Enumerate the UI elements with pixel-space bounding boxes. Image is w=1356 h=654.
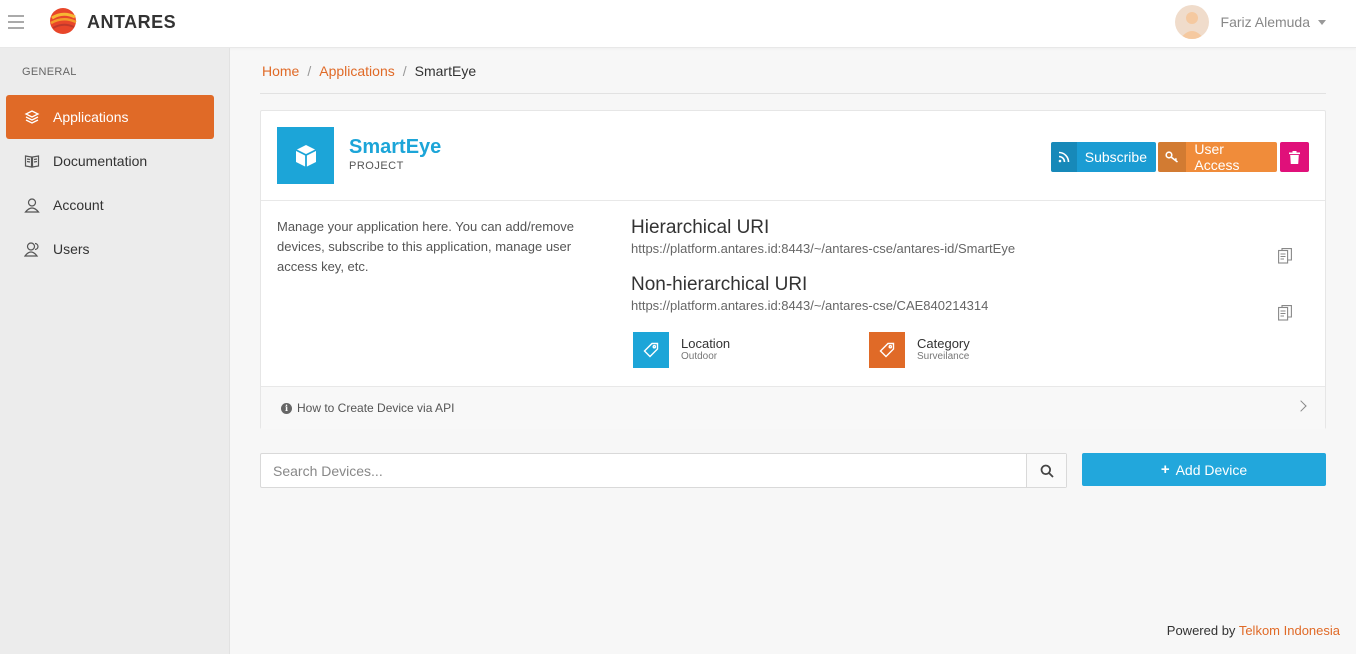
category-label: Category — [917, 336, 970, 351]
breadcrumb-separator: / — [402, 63, 407, 79]
user-menu[interactable]: Fariz Alemuda — [1174, 4, 1326, 40]
breadcrumb-applications[interactable]: Applications — [319, 63, 395, 79]
breadcrumb: Home / Applications / SmartEye — [262, 63, 476, 79]
footer-prefix: Powered by — [1166, 623, 1236, 638]
breadcrumb-separator: / — [307, 63, 312, 79]
project-type: PROJECT — [349, 160, 404, 172]
key-icon — [1158, 142, 1187, 172]
project-description: Manage your application here. You can ad… — [277, 219, 575, 274]
sidebar-item-label: Applications — [53, 109, 129, 125]
hierarchical-uri-value: https://platform.antares.id:8443/~/antar… — [631, 241, 1016, 256]
footer: Powered by Telkom Indonesia — [1167, 623, 1340, 638]
delete-button[interactable] — [1280, 142, 1309, 172]
avatar — [1174, 5, 1209, 39]
chevron-down-icon — [1318, 19, 1326, 25]
book-icon — [24, 153, 40, 169]
search-input[interactable] — [261, 454, 1027, 487]
location-meta: Location Outdoor — [633, 332, 730, 368]
user-access-button[interactable]: User Access — [1158, 142, 1277, 172]
help-api-link[interactable]: i How to Create Device via API — [261, 386, 1325, 429]
subscribe-label: Subscribe — [1084, 149, 1147, 165]
layers-icon — [24, 109, 40, 125]
project-name: SmartEye — [349, 136, 442, 158]
location-value: Outdoor — [681, 351, 718, 362]
hierarchical-uri-title: Hierarchical URI — [631, 217, 770, 238]
tag-icon — [633, 332, 669, 368]
footer-link[interactable]: Telkom Indonesia — [1239, 623, 1340, 638]
antares-logo-icon[interactable] — [49, 7, 77, 35]
search-button[interactable] — [1026, 454, 1066, 487]
add-device-button[interactable]: + Add Device — [1082, 453, 1326, 486]
category-meta: Category Surveilance — [869, 332, 970, 368]
sidebar-item-label: Account — [53, 197, 104, 213]
info-icon: i — [281, 402, 292, 414]
project-header: SmartEye PROJECT Subscribe User Access — [261, 111, 1325, 201]
sidebar-item-documentation[interactable]: Documentation — [6, 139, 214, 183]
cube-icon — [277, 127, 334, 184]
nonhierarchical-uri-value: https://platform.antares.id:8443/~/antar… — [631, 298, 989, 313]
sidebar-item-account[interactable]: Account — [6, 183, 214, 227]
sidebar-item-label: Documentation — [53, 153, 148, 169]
chevron-right-icon — [1295, 400, 1307, 412]
sidebar-item-users[interactable]: Users — [6, 227, 214, 271]
sidebar-item-applications[interactable]: Applications — [6, 95, 214, 139]
search-icon — [1040, 464, 1054, 478]
add-device-label: Add Device — [1175, 461, 1248, 478]
divider — [260, 93, 1326, 94]
plus-icon: + — [1160, 461, 1170, 478]
top-bar: ANTARES Fariz Alemuda — [0, 0, 1356, 48]
copy-icon[interactable] — [1278, 248, 1292, 264]
menu-icon[interactable] — [8, 15, 24, 29]
sidebar: GENERAL Applications Documentation Accou… — [0, 48, 230, 654]
search-bar — [260, 453, 1067, 488]
project-card: SmartEye PROJECT Subscribe User Access M… — [260, 110, 1326, 429]
help-api-label: How to Create Device via API — [297, 401, 455, 415]
copy-icon[interactable] — [1278, 305, 1292, 321]
sidebar-item-label: Users — [53, 241, 90, 257]
breadcrumb-home[interactable]: Home — [262, 63, 299, 79]
user-access-label: User Access — [1194, 142, 1240, 172]
breadcrumb-current: SmartEye — [414, 63, 477, 79]
rss-icon — [1051, 142, 1077, 172]
nonhierarchical-uri-title: Non-hierarchical URI — [631, 274, 808, 295]
location-label: Location — [681, 336, 731, 351]
user-icon — [24, 197, 40, 213]
subscribe-button[interactable]: Subscribe — [1051, 142, 1156, 172]
users-icon — [24, 241, 40, 257]
sidebar-section-label: GENERAL — [22, 66, 77, 78]
user-name: Fariz Alemuda — [1220, 14, 1310, 30]
category-value: Surveilance — [917, 351, 970, 362]
tag-icon — [869, 332, 905, 368]
brand-name: ANTARES — [87, 12, 177, 32]
trash-icon — [1289, 150, 1300, 164]
